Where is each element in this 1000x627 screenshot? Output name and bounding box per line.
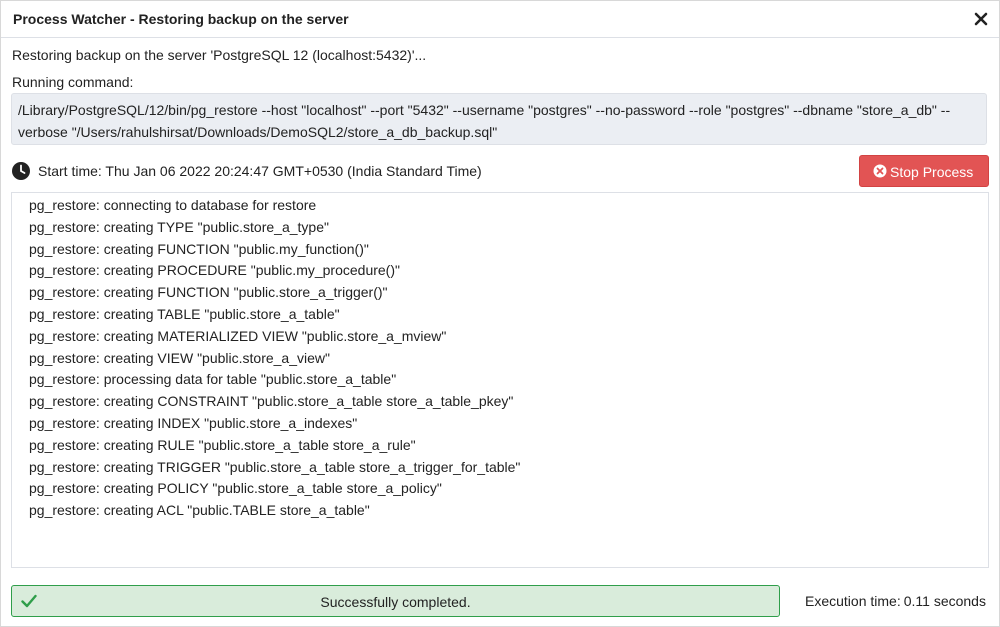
log-line: pg_restore: creating FUNCTION "public.my… (29, 240, 369, 257)
command-text: /Library/PostgreSQL/12/bin/pg_restore --… (11, 93, 987, 145)
status-bar: Successfully completed. (11, 585, 780, 617)
log-line: pg_restore: creating MATERIALIZED VIEW "… (29, 327, 447, 344)
stop-process-label: Stop Process (890, 164, 974, 180)
dialog-title: Process Watcher - Restoring backup on th… (13, 11, 349, 27)
start-time: Start time: Thu Jan 06 2022 20:24:47 GMT… (38, 163, 482, 179)
times-circle-icon (873, 164, 887, 178)
stop-process-button[interactable]: Stop Process (859, 155, 989, 187)
log-line: pg_restore: processing data for table "p… (29, 371, 397, 388)
close-icon (974, 12, 988, 26)
restore-message: Restoring backup on the server 'PostgreS… (12, 47, 427, 63)
log-line: pg_restore: connecting to database for r… (29, 197, 317, 213)
close-button[interactable] (973, 11, 989, 27)
process-log[interactable]: pg_restore: connecting to database for r… (11, 192, 989, 568)
log-line: pg_restore: creating INDEX "public.store… (29, 415, 358, 431)
log-line: pg_restore: creating CONSTRAINT "public.… (29, 393, 514, 410)
execution-time-label: Execution time: (805, 593, 901, 609)
process-watcher-dialog: Process Watcher - Restoring backup on th… (0, 0, 1000, 627)
execution-time-value: 0.11 seconds (903, 593, 986, 609)
running-command-label: Running command: (12, 74, 134, 90)
log-line: pg_restore: creating TYPE "public.store_… (29, 218, 329, 235)
log-line: pg_restore: creating FUNCTION "public.st… (29, 284, 388, 301)
log-line: pg_restore: creating TRIGGER "public.sto… (29, 458, 521, 475)
status-message: Successfully completed. (320, 594, 471, 610)
dialog-titlebar: Process Watcher - Restoring backup on th… (1, 1, 999, 38)
clock-icon (12, 162, 30, 180)
execution-time: Execution time: 0.11 seconds (805, 593, 986, 609)
log-line: pg_restore: creating TABLE "public.store… (29, 306, 340, 322)
log-line: pg_restore: creating RULE "public.store_… (29, 436, 416, 453)
log-line: pg_restore: creating POLICY "public.stor… (29, 480, 442, 497)
log-line: pg_restore: creating PROCEDURE "public.m… (29, 262, 400, 279)
log-line: pg_restore: creating VIEW "public.store_… (29, 349, 330, 366)
log-line: pg_restore: creating ACL "public.TABLE s… (29, 502, 370, 519)
